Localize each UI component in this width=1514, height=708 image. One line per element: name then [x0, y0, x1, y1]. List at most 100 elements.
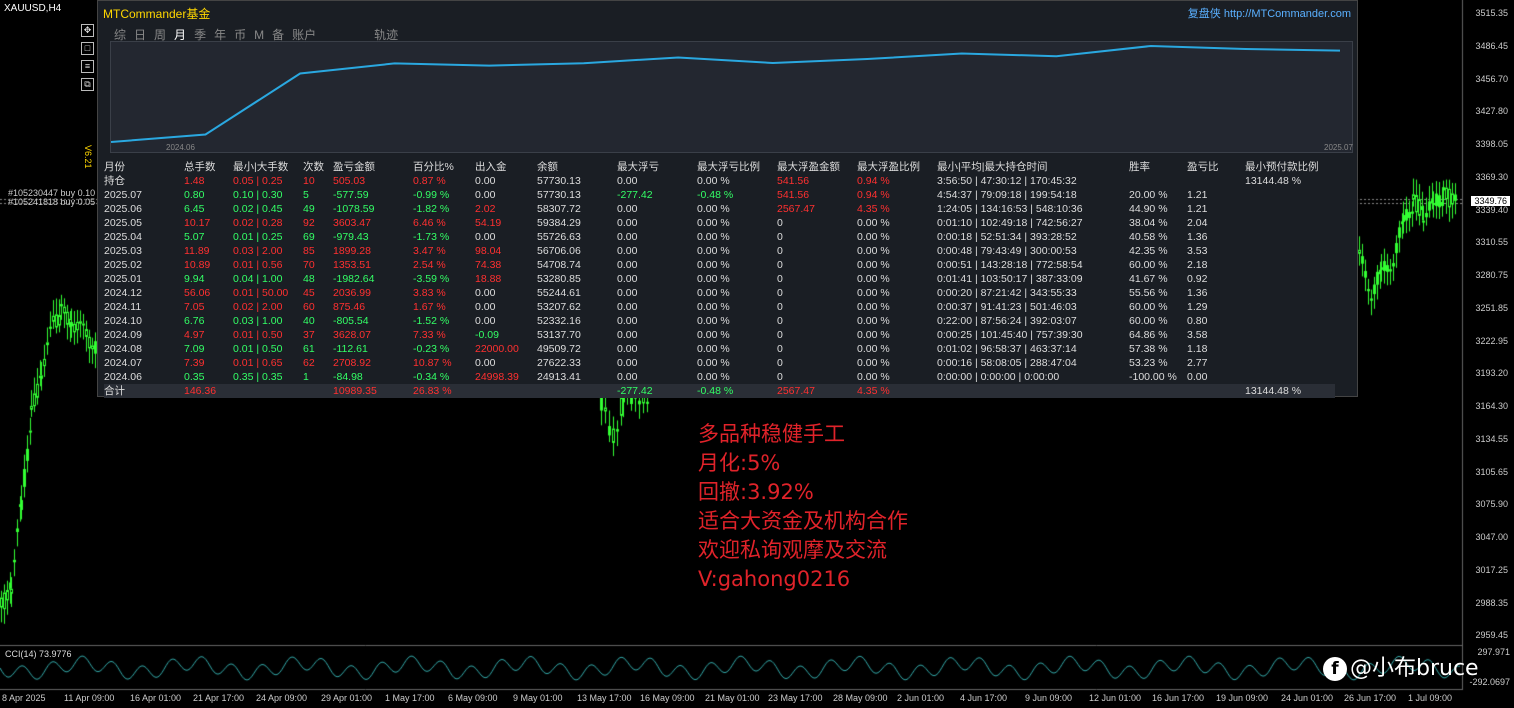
table-cell: -1.82 %: [413, 203, 450, 215]
column-header[interactable]: 最小预付款比例: [1245, 160, 1335, 174]
table-row[interactable]: 2024.10 6.76 0.03 | 1.00 40 -805.54 -1.52 % 0.…: [104, 314, 1335, 328]
total-cell: [537, 384, 617, 398]
table-cell: 0.00 %: [697, 329, 730, 341]
column-header[interactable]: 总手数: [184, 160, 233, 174]
table-row[interactable]: 2024.08 7.09 0.01 | 0.50 61 -112.61 -0.23 % 22…: [104, 342, 1335, 356]
column-header[interactable]: 出入金: [475, 160, 537, 174]
table-cell: 2025.07: [104, 189, 142, 201]
table-cell: 0.02 | 2.00: [233, 301, 283, 313]
total-cell: [937, 384, 1129, 398]
table-row[interactable]: 持仓 1.48 0.05 | 0.25 10 505.03 0.87 % 0.00 57730…: [104, 174, 1335, 188]
tab-3[interactable]: 月: [174, 28, 186, 42]
column-header[interactable]: 最大浮亏: [617, 160, 697, 174]
tab-10[interactable]: 轨迹: [374, 28, 398, 42]
table-row[interactable]: 2025.05 10.17 0.02 | 0.28 92 3603.47 6.46 % 54…: [104, 216, 1335, 230]
table-cell: 0.00 %: [857, 357, 890, 369]
table-cell: 0.01 | 0.25: [233, 231, 283, 243]
tab-6[interactable]: 币: [234, 28, 246, 42]
table-cell: -577.59: [333, 189, 369, 201]
table-row[interactable]: 2025.06 6.45 0.02 | 0.45 49 -1078.59 -1.82 % 2…: [104, 202, 1335, 216]
watermark-text: @小布bruce: [1350, 656, 1479, 681]
table-cell: 56706.06: [537, 245, 581, 257]
table-cell: 5: [303, 189, 309, 201]
table-cell: 3.47 %: [413, 245, 446, 257]
table-cell: 0.00 %: [697, 231, 730, 243]
column-header[interactable]: 最小|平均|最大持仓时间: [937, 160, 1129, 174]
table-cell: 0: [777, 287, 783, 299]
table-row[interactable]: 2025.03 11.89 0.03 | 2.00 85 1899.28 3.47 % 98…: [104, 244, 1335, 258]
price-tick-label: 2988.35: [1475, 597, 1508, 608]
column-header[interactable]: 最大浮盈比例: [857, 160, 937, 174]
table-cell: 0.00: [617, 315, 638, 327]
total-cell: 合计: [104, 384, 184, 398]
table-cell: 0: [777, 329, 783, 341]
table-row[interactable]: 2024.07 7.39 0.01 | 0.65 62 2708.92 10.87 % 0.…: [104, 356, 1335, 370]
price-tick-label: 3251.85: [1475, 302, 1508, 313]
table-cell: 1.18: [1187, 343, 1208, 355]
tab-1[interactable]: 日: [134, 28, 146, 42]
table-cell: 13144.48 %: [1245, 175, 1302, 187]
table-cell: 505.03: [333, 175, 366, 187]
table-cell: [1245, 202, 1335, 216]
tab-8[interactable]: 备: [272, 28, 284, 42]
move-icon[interactable]: ✥: [81, 24, 94, 37]
menu-icon[interactable]: ≡: [81, 60, 94, 73]
tab-0[interactable]: 综: [114, 28, 126, 42]
table-cell: 0:00:00 | 0:00:00 | 0:00:00: [937, 371, 1060, 383]
table-cell: 2024.06: [104, 371, 142, 383]
monthly-stats-table: 月份 总手数 最小|大手数 次数 盈亏金额 百分比% 出入金 余额 最大浮亏 最大浮亏比例 最大浮盈…: [104, 160, 1335, 398]
date-tick-label: 19 Jun 09:00: [1216, 693, 1269, 703]
table-cell: 0.00 %: [857, 371, 890, 383]
table-cell: -0.99 %: [413, 189, 450, 201]
tab-5[interactable]: 年: [214, 28, 226, 42]
table-row[interactable]: 2024.11 7.05 0.02 | 2.00 60 875.46 1.67 % 0.00…: [104, 300, 1335, 314]
table-row[interactable]: 2024.12 56.06 0.01 | 50.00 45 2036.99 3.83 % 0…: [104, 286, 1335, 300]
table-cell: 0.00: [475, 175, 496, 187]
tab-7[interactable]: M: [254, 28, 264, 42]
table-row[interactable]: 2024.06 0.35 0.35 | 0.35 1 -84.98 -0.34 % 2499…: [104, 370, 1335, 384]
table-cell: 0:00:37 | 91:41:23 | 501:46:03: [937, 301, 1077, 313]
equity-line: [110, 44, 1341, 143]
date-tick-label: 13 May 17:00: [577, 693, 632, 703]
date-tick-label: 4 Jun 17:00: [960, 693, 1008, 703]
table-cell: 2024.12: [104, 287, 142, 299]
minimize-icon[interactable]: □: [81, 42, 94, 55]
table-cell: 0.00 %: [857, 329, 890, 341]
price-tick-label: 3105.65: [1475, 466, 1508, 477]
table-cell: 1.21: [1187, 189, 1208, 201]
table-cell: 42.35 %: [1129, 245, 1168, 257]
date-tick-label: 29 Apr 01:00: [321, 693, 373, 703]
column-header[interactable]: 最大浮亏比例: [697, 160, 777, 174]
tab-9[interactable]: 账户: [292, 28, 316, 42]
table-row[interactable]: 2025.07 0.80 0.10 | 0.30 5 -577.59 -0.99 % 0.0…: [104, 188, 1335, 202]
table-row[interactable]: 2025.01 9.94 0.04 | 1.00 48 -1982.64 -3.59 % 1…: [104, 272, 1335, 286]
price-tick-label: 3164.30: [1475, 401, 1508, 411]
column-header[interactable]: 次数: [303, 160, 333, 174]
table-cell: [1187, 174, 1245, 188]
column-header[interactable]: 最大浮盈金额: [777, 160, 857, 174]
column-header[interactable]: 余额: [537, 160, 617, 174]
table-cell: 49509.72: [537, 343, 581, 355]
tab-4[interactable]: 季: [194, 28, 206, 42]
table-row[interactable]: 2025.02 10.89 0.01 | 0.56 70 1353.51 2.54 % 74…: [104, 258, 1335, 272]
panel-link[interactable]: 复盘侠 http://MTCommander.com: [1188, 5, 1351, 21]
column-header[interactable]: 盈亏比: [1187, 160, 1245, 174]
restore-icon[interactable]: ⧉: [81, 78, 94, 91]
date-tick-label: 24 Apr 09:00: [256, 693, 308, 703]
table-cell: 0.02 | 0.45: [233, 203, 283, 215]
table-cell: 3.58: [1187, 329, 1208, 341]
column-header[interactable]: 胜率: [1129, 160, 1187, 174]
order-label: #105241818 buy 0.05: [8, 197, 96, 207]
column-header[interactable]: 最小|大手数: [233, 160, 303, 174]
column-header[interactable]: 月份: [104, 160, 184, 174]
table-cell: -0.23 %: [413, 343, 450, 355]
table-cell: 1353.51: [333, 259, 371, 271]
price-tick-label: 2959.45: [1475, 630, 1508, 641]
table-cell: 1: [303, 371, 309, 383]
table-cell: 2025.02: [104, 259, 142, 271]
column-header[interactable]: 百分比%: [413, 160, 475, 174]
tab-2[interactable]: 周: [154, 28, 166, 42]
table-row[interactable]: 2025.04 5.07 0.01 | 0.25 69 -979.43 -1.73 % 0.…: [104, 230, 1335, 244]
column-header[interactable]: 盈亏金额: [333, 160, 413, 174]
table-row[interactable]: 2024.09 4.97 0.01 | 0.50 37 3628.07 7.33 % -0.…: [104, 328, 1335, 342]
